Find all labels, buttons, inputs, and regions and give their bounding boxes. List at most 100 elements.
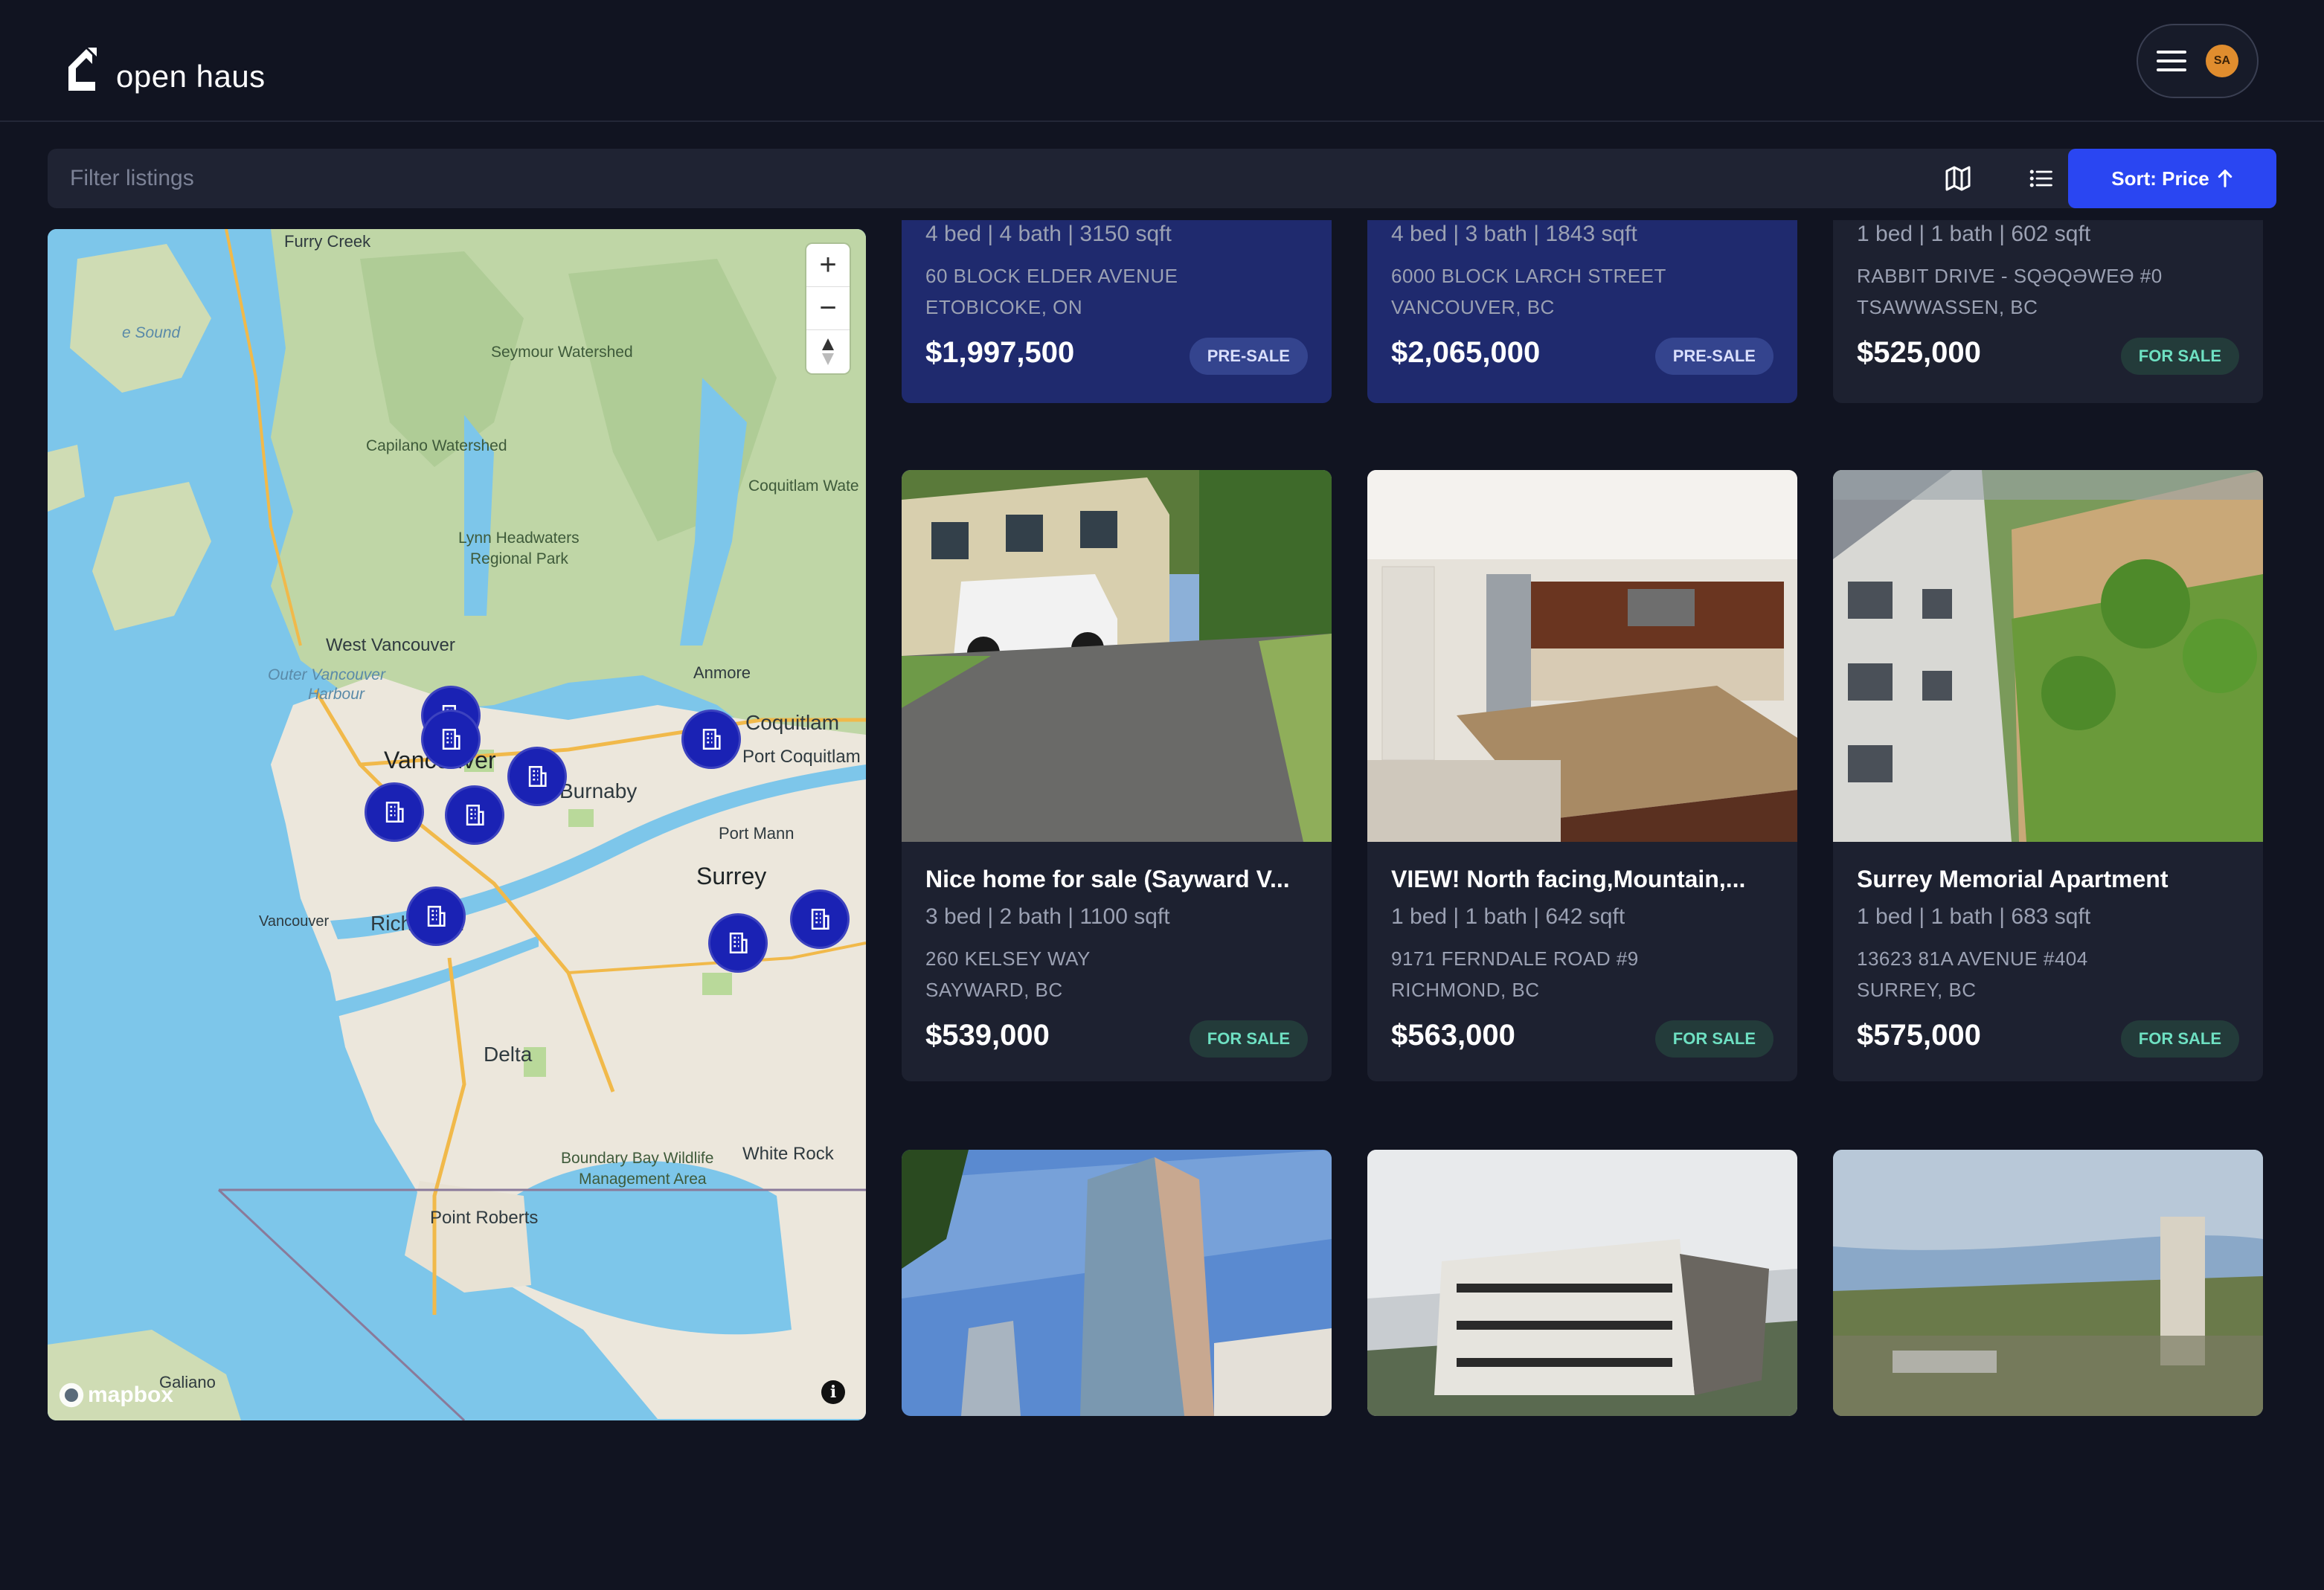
listing-price: $1,997,500 bbox=[925, 336, 1075, 369]
status-badge: FOR SALE bbox=[1654, 1020, 1774, 1058]
listing-address: 9171 FERNDALE ROAD #9 bbox=[1391, 947, 1639, 970]
listing-address: 6000 BLOCK LARCH STREET bbox=[1391, 265, 1666, 287]
sort-price-button[interactable]: Sort: Price bbox=[2068, 149, 2276, 208]
map-icon bbox=[1945, 166, 1971, 191]
listings-grid: 4 bed | 4 bath | 3150 sqft 60 BLOCK ELDE… bbox=[902, 220, 2263, 1420]
app-header: open haus SA bbox=[0, 0, 2324, 122]
mapbox-attribution: mapbox bbox=[88, 1383, 174, 1407]
map-label: Lynn Headwaters bbox=[458, 530, 580, 547]
listing-marker[interactable] bbox=[421, 709, 481, 769]
building-icon bbox=[702, 728, 721, 750]
listing-price: $525,000 bbox=[1857, 336, 1981, 369]
status-badge: PRE-SALE bbox=[1189, 338, 1308, 375]
listing-city: SAYWARD, BC bbox=[925, 979, 1063, 1001]
map-label: Port Coquitlam bbox=[742, 747, 861, 767]
listing-photo bbox=[1367, 1150, 1797, 1416]
listing-marker[interactable] bbox=[365, 782, 424, 842]
map-label: White Rock bbox=[742, 1144, 834, 1164]
listing-price: $575,000 bbox=[1857, 1019, 1981, 1052]
listing-card[interactable]: 4 bed | 4 bath | 3150 sqft 60 BLOCK ELDE… bbox=[902, 220, 1332, 403]
status-badge: FOR SALE bbox=[2120, 1020, 2239, 1058]
listing-city: SURREY, BC bbox=[1857, 979, 1977, 1001]
filter-bar: Sort: Price bbox=[48, 149, 2276, 208]
building-icon bbox=[466, 804, 484, 826]
map-label: Burnaby bbox=[559, 779, 638, 802]
map-label: Vancouver bbox=[259, 913, 330, 930]
map-label: Coquitlam Wate bbox=[748, 477, 859, 495]
listing-card[interactable]: 4 bed | 3 bath | 1843 sqft 6000 BLOCK LA… bbox=[1367, 220, 1797, 403]
map-info-icon[interactable]: i bbox=[821, 1380, 845, 1404]
compass-button[interactable] bbox=[806, 330, 850, 373]
listing-title: Surrey Memorial Apartment bbox=[1857, 866, 2169, 892]
listing-title: VIEW! North facing,Mountain,... bbox=[1391, 866, 1746, 892]
building-icon bbox=[427, 905, 446, 927]
map-label: Management Area bbox=[579, 1171, 707, 1188]
listing-marker[interactable] bbox=[445, 785, 504, 845]
list-icon bbox=[2029, 170, 2052, 187]
listing-city: ETOBICOKE, ON bbox=[925, 296, 1083, 318]
map-label: Capilano Watershed bbox=[366, 437, 507, 454]
status-badge: FOR SALE bbox=[1189, 1020, 1308, 1058]
listing-photo bbox=[1367, 470, 1797, 842]
building-icon bbox=[442, 728, 460, 750]
mapbox-icon bbox=[59, 1383, 84, 1408]
map-label: Anmore bbox=[693, 663, 751, 682]
map-label: Seymour Watershed bbox=[491, 344, 633, 361]
listing-photo bbox=[902, 470, 1332, 842]
map-label: Point Roberts bbox=[430, 1208, 539, 1228]
listing-city: TSAWWASSEN, BC bbox=[1857, 296, 2038, 318]
listing-city: VANCOUVER, BC bbox=[1391, 296, 1555, 318]
listing-marker[interactable] bbox=[507, 747, 567, 806]
listing-photo bbox=[902, 1150, 1332, 1416]
brand-name: open haus bbox=[116, 59, 266, 94]
hamburger-menu-icon bbox=[2157, 51, 2186, 71]
listing-marker[interactable] bbox=[708, 913, 768, 973]
listing-price: $563,000 bbox=[1391, 1019, 1515, 1052]
filter-listings-input[interactable] bbox=[70, 149, 1930, 208]
avatar: SA bbox=[2206, 45, 2238, 77]
map-view-button[interactable] bbox=[1940, 161, 1976, 196]
listing-card[interactable] bbox=[902, 1150, 1332, 1416]
map-zoom-controls: + − bbox=[806, 244, 850, 373]
listing-photo bbox=[1833, 1150, 2263, 1416]
list-view-button[interactable] bbox=[2023, 161, 2059, 196]
listing-marker[interactable] bbox=[790, 889, 850, 949]
listing-card[interactable] bbox=[1367, 1150, 1797, 1416]
listing-card[interactable]: Surrey Memorial Apartment 1 bed | 1 bath… bbox=[1833, 470, 2263, 1081]
listing-card[interactable]: VIEW! North facing,Mountain,... 1 bed | … bbox=[1367, 470, 1797, 1081]
building-icon bbox=[385, 801, 404, 823]
map-label: Port Mann bbox=[719, 824, 795, 843]
listing-city: RICHMOND, BC bbox=[1391, 979, 1540, 1001]
user-menu-button[interactable]: SA bbox=[2137, 24, 2259, 98]
listing-specs: 1 bed | 1 bath | 602 sqft bbox=[1857, 222, 2091, 246]
map-label: Outer Vancouver bbox=[268, 666, 385, 683]
listing-marker[interactable] bbox=[681, 709, 741, 769]
listing-address: 60 BLOCK ELDER AVENUE bbox=[925, 265, 1178, 287]
status-badge: PRE-SALE bbox=[1654, 338, 1774, 375]
listing-title: Nice home for sale (Sayward V... bbox=[925, 866, 1290, 892]
status-badge: FOR SALE bbox=[2120, 338, 2239, 375]
sort-label: Sort: Price bbox=[2111, 167, 2209, 190]
listing-address: RABBIT DRIVE - SQƏQƏWEƏ #0 bbox=[1857, 265, 2163, 287]
listing-address: 260 KELSEY WAY bbox=[925, 947, 1091, 970]
zoom-in-button[interactable]: + bbox=[806, 244, 850, 287]
map-label: Regional Park bbox=[470, 550, 568, 567]
building-icon bbox=[729, 932, 748, 954]
map-label: Boundary Bay Wildlife bbox=[561, 1150, 714, 1167]
listing-marker[interactable] bbox=[406, 886, 466, 946]
brand-logo[interactable]: open haus bbox=[65, 30, 266, 97]
map-label: Coquitlam bbox=[745, 711, 840, 734]
zoom-out-button[interactable]: − bbox=[806, 287, 850, 330]
map-label: e Sound bbox=[122, 324, 181, 341]
map-label: Harbour bbox=[308, 686, 365, 703]
listing-price: $2,065,000 bbox=[1391, 336, 1541, 369]
listings-map[interactable]: Furry Creek e Sound Seymour Watershed Ca… bbox=[48, 229, 866, 1420]
listing-card[interactable]: Nice home for sale (Sayward V... 3 bed |… bbox=[902, 470, 1332, 1081]
house-logo-icon bbox=[68, 48, 97, 91]
listing-card[interactable] bbox=[1833, 1150, 2263, 1416]
listing-photo bbox=[1833, 470, 2263, 842]
listing-card[interactable]: 1 bed | 1 bath | 602 sqft RABBIT DRIVE -… bbox=[1833, 220, 2263, 403]
listing-specs: 4 bed | 4 bath | 3150 sqft bbox=[925, 222, 1172, 246]
mapbox-logo[interactable]: mapbox bbox=[58, 1382, 173, 1409]
map-label: Delta bbox=[484, 1043, 533, 1066]
